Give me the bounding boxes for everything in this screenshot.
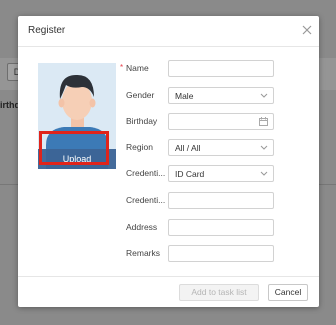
add-to-task-list-button[interactable]: Add to task list — [179, 284, 259, 301]
region-value: All / All — [175, 143, 201, 153]
credential-type-row: Credenti... ID Card — [126, 165, 296, 183]
credential-type-value: ID Card — [175, 169, 205, 179]
remarks-row: Remarks — [126, 245, 296, 263]
birthday-label: Birthday — [126, 116, 158, 126]
dialog-title: Register — [28, 25, 66, 36]
dialog-header: Register — [18, 16, 319, 47]
credential-type-label: Credenti... — [126, 168, 166, 178]
credential-number-row: Credenti... — [126, 192, 296, 210]
dialog-footer: Add to task list Cancel — [18, 276, 319, 307]
calendar-icon — [259, 117, 268, 126]
credential-type-select[interactable]: ID Card — [168, 165, 274, 182]
credential-number-label: Credenti... — [126, 195, 166, 205]
address-row: Address — [126, 219, 296, 237]
gender-label: Gender — [126, 90, 155, 100]
chevron-down-icon — [260, 145, 268, 150]
chevron-down-icon — [260, 93, 268, 98]
birthday-row: Birthday — [126, 113, 296, 131]
remarks-input[interactable] — [168, 245, 274, 262]
region-select[interactable]: All / All — [168, 139, 274, 156]
address-label: Address — [126, 222, 158, 232]
gender-row: Gender Male — [126, 87, 296, 105]
register-dialog: Register Upload * Name Gender Male Birth… — [18, 16, 319, 307]
remarks-label: Remarks — [126, 248, 161, 258]
name-label: * Name — [120, 63, 149, 73]
region-row: Region All / All — [126, 139, 296, 157]
name-input[interactable] — [168, 60, 274, 77]
address-input[interactable] — [168, 219, 274, 236]
gender-value: Male — [175, 91, 194, 101]
credential-number-input[interactable] — [168, 192, 274, 209]
birthday-picker[interactable] — [168, 113, 274, 130]
cancel-button[interactable]: Cancel — [268, 284, 308, 301]
upload-highlight-box — [39, 131, 109, 165]
close-icon[interactable] — [301, 24, 313, 36]
required-asterisk: * — [120, 63, 124, 72]
chevron-down-icon — [260, 171, 268, 176]
region-label: Region — [126, 142, 153, 152]
name-row: * Name — [120, 60, 296, 78]
gender-select[interactable]: Male — [168, 87, 274, 104]
